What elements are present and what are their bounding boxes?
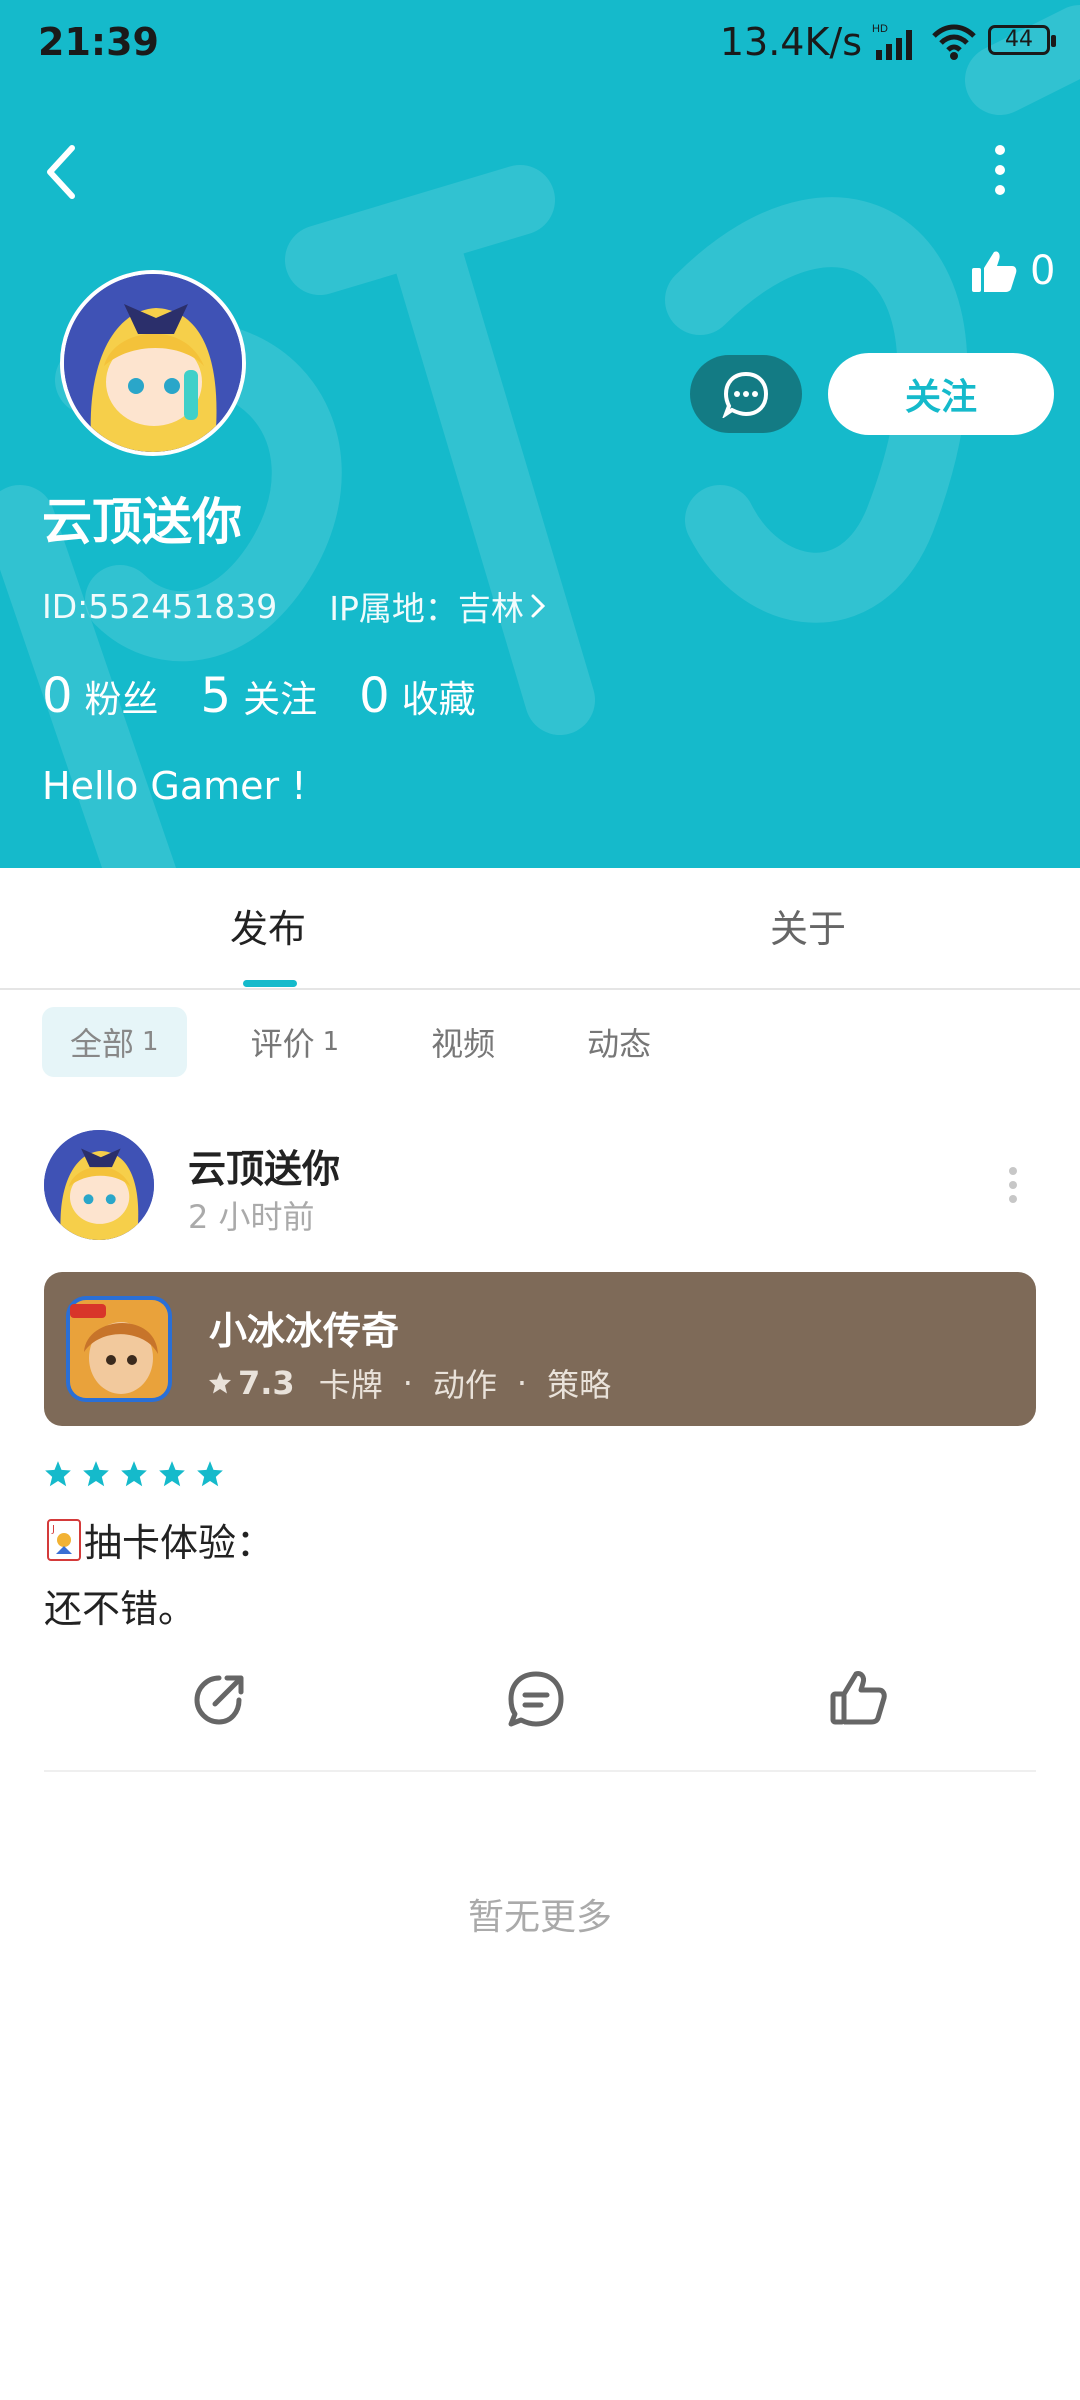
card-emoji-icon: J — [47, 1518, 81, 1561]
tab-indicator — [243, 980, 297, 987]
filter-moments[interactable]: 动态 — [559, 1007, 679, 1077]
star-icon — [197, 1461, 223, 1487]
rating-stars — [44, 1460, 224, 1488]
stat-fans[interactable]: 0 粉丝 — [42, 668, 159, 724]
game-tag: 策略 — [547, 1366, 612, 1404]
follow-button[interactable]: 关注 — [828, 353, 1054, 435]
filter-count: 1 — [142, 1027, 159, 1057]
svg-text:HD: HD — [872, 23, 888, 35]
game-tag: 动作 — [432, 1366, 497, 1404]
star-icon — [83, 1461, 109, 1487]
id-row: ID:552451839 IP属地：吉林 — [42, 582, 546, 630]
status-bar: 21:39 13.4K/s HD 44 — [0, 0, 1080, 90]
user-id: ID:552451839 — [42, 586, 278, 626]
tag-separator: · — [516, 1364, 528, 1402]
profile-bio: Hello Gamer ! — [42, 764, 307, 808]
status-icons: 13.4K/s HD 44 — [720, 20, 1058, 64]
avatar-image — [64, 274, 242, 452]
game-card[interactable]: 小冰冰传奇 7.3 卡牌 · 动作 · 策略 — [44, 1272, 1036, 1426]
thumb-up-icon — [972, 251, 1017, 292]
post-author[interactable]: 云顶送你 — [188, 1138, 340, 1193]
stat-num: 0 — [359, 668, 390, 724]
stat-label: 收藏 — [401, 678, 476, 721]
filter-count: 1 — [322, 1027, 340, 1057]
filter-label: 动态 — [587, 1025, 652, 1063]
game-icon — [66, 1296, 172, 1402]
game-tag: 卡牌 — [318, 1366, 383, 1404]
signal-icon: HD — [872, 23, 912, 60]
stat-label: 关注 — [243, 678, 318, 721]
status-time: 21:39 — [38, 20, 159, 64]
back-icon[interactable] — [36, 138, 88, 206]
svg-text:J: J — [51, 1524, 55, 1535]
ip-label: IP属地：吉林 — [329, 589, 524, 628]
message-icon — [722, 371, 769, 418]
post-actions — [0, 1668, 1080, 1738]
review-body: 还不错。 — [44, 1587, 197, 1631]
comment-icon[interactable] — [505, 1668, 567, 1730]
like-counter[interactable]: 0 — [970, 248, 1055, 294]
tab-about[interactable]: 关于 — [770, 898, 846, 953]
chevron-right-icon — [531, 594, 545, 618]
tab-publish[interactable]: 发布 — [230, 898, 306, 953]
post-more-icon[interactable] — [1005, 1165, 1021, 1205]
star-icon — [159, 1461, 185, 1487]
battery-level: 44 — [1005, 27, 1033, 52]
game-icon-image — [66, 1296, 172, 1402]
ip-location[interactable]: IP属地：吉林 — [329, 582, 546, 630]
game-name: 小冰冰传奇 — [209, 1309, 400, 1353]
stat-num: 0 — [42, 668, 73, 724]
tag-separator: · — [402, 1364, 413, 1402]
no-more-text: 暂无更多 — [467, 1897, 612, 1938]
stat-num: 5 — [200, 668, 232, 724]
stat-favorites[interactable]: 0 收藏 — [359, 668, 476, 724]
wifi-icon — [932, 24, 976, 60]
game-rating: 7.3 — [238, 1364, 295, 1402]
filter-label: 评价 — [250, 1025, 315, 1063]
post-avatar[interactable] — [44, 1130, 154, 1240]
filter-chips: 全部 1 评价 1 视频 动态 — [42, 1007, 715, 1077]
review-title-row: J 抽卡体验： — [44, 1512, 274, 1567]
filter-review[interactable]: 评价 1 — [223, 1007, 368, 1077]
star-icon — [209, 1372, 231, 1394]
filter-all[interactable]: 全部 1 — [42, 1007, 187, 1077]
like-count: 0 — [1030, 248, 1056, 294]
game-meta: 7.3 卡牌 · 动作 · 策略 — [208, 1360, 611, 1406]
avatar[interactable] — [60, 270, 246, 456]
stat-label: 粉丝 — [84, 678, 159, 721]
stats-row: 0 粉丝 5 关注 0 收藏 — [42, 668, 518, 724]
share-icon[interactable] — [189, 1668, 251, 1730]
message-button[interactable] — [690, 355, 802, 433]
main-tabs: 发布 关于 — [0, 868, 1080, 990]
star-icon — [121, 1461, 147, 1487]
net-speed: 13.4K/s — [719, 20, 862, 64]
thumb-up-outline-icon[interactable] — [827, 1668, 889, 1730]
filter-video[interactable]: 视频 — [403, 1007, 523, 1077]
profile-name: 云顶送你 — [42, 493, 242, 551]
star-icon — [45, 1461, 71, 1487]
avatar-image — [44, 1130, 154, 1240]
review-title: 抽卡体验： — [84, 1521, 275, 1565]
stat-following[interactable]: 5 关注 — [201, 668, 318, 724]
filter-label: 视频 — [431, 1025, 496, 1063]
filter-label: 全部 — [70, 1025, 135, 1063]
post-time: 2 小时前 — [188, 1198, 315, 1236]
battery-icon: 44 — [988, 25, 1058, 59]
profile-header: 21:39 13.4K/s HD 44 0 关注 云顶送你 ID:5524518… — [0, 0, 1080, 868]
divider — [44, 1770, 1036, 1772]
more-icon[interactable] — [985, 140, 1015, 200]
